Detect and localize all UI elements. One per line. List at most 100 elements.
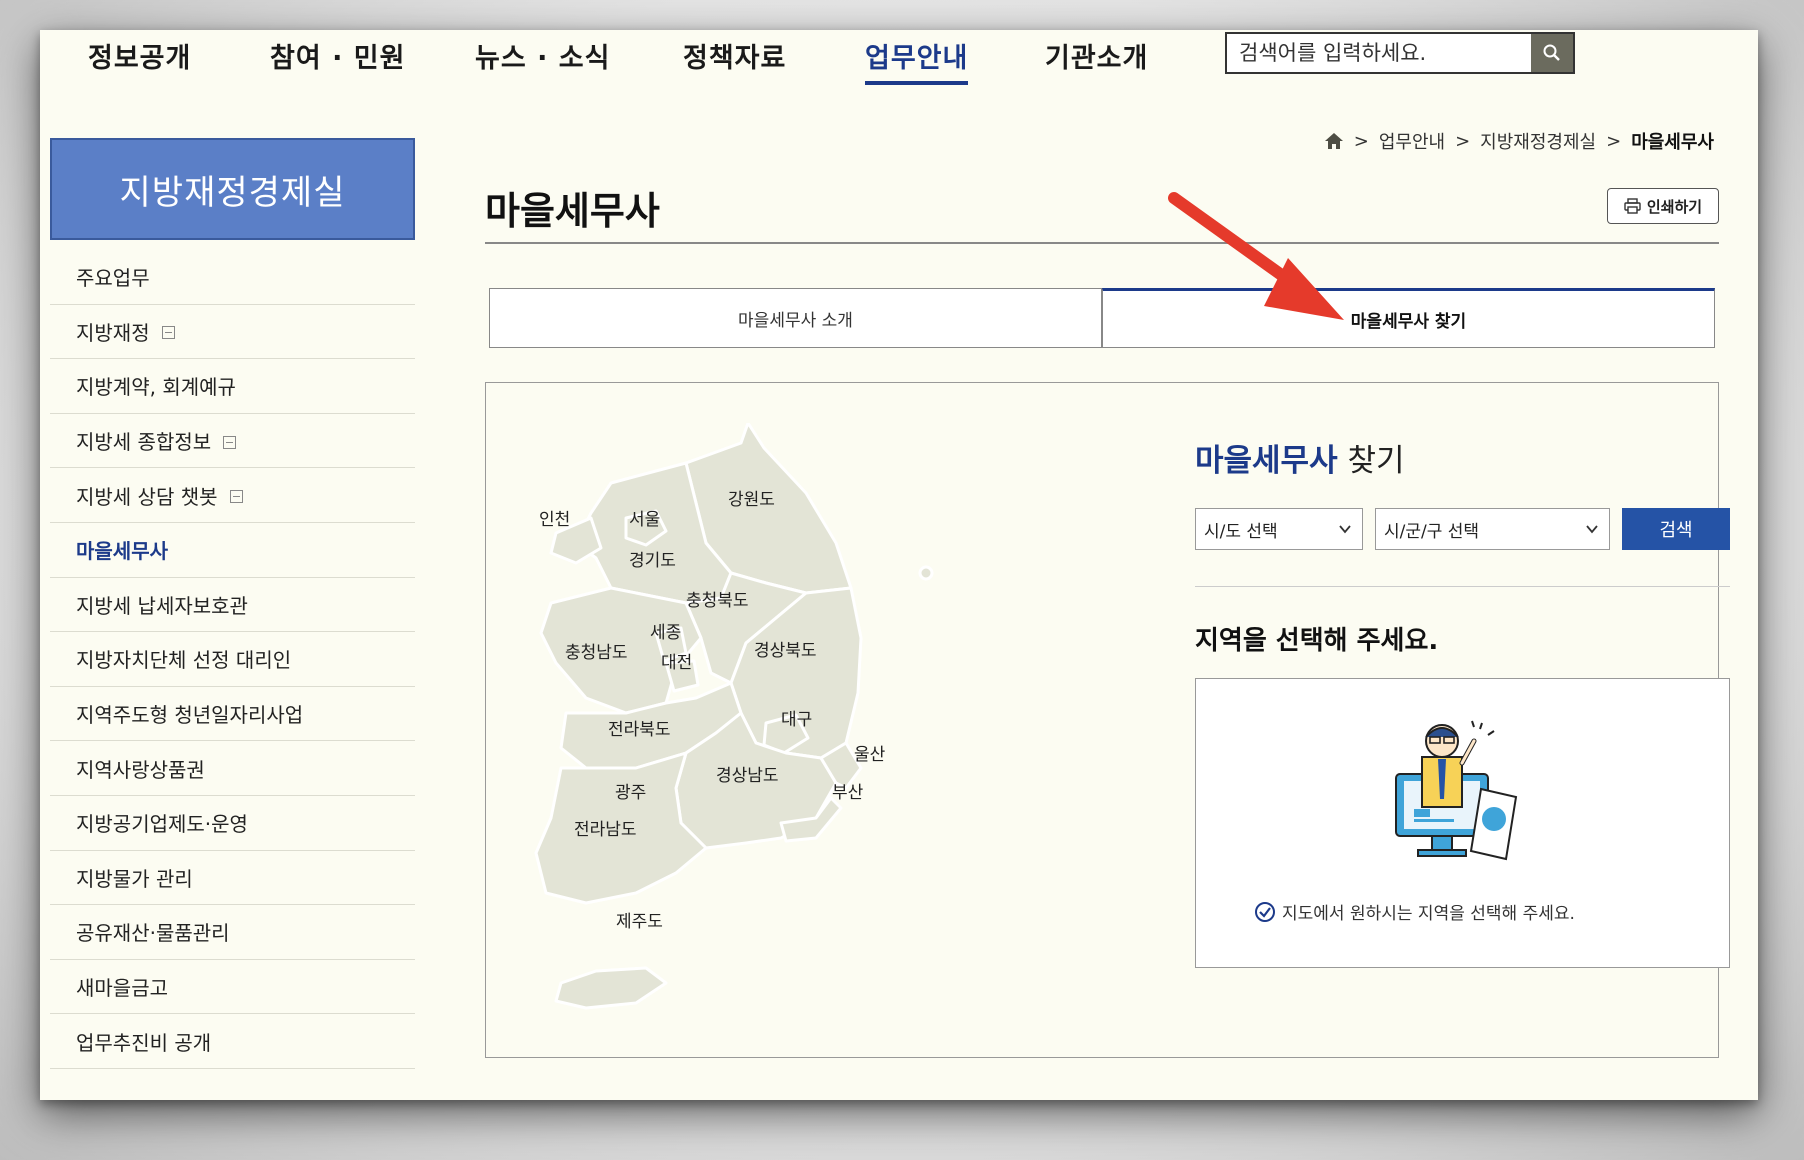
map-island-ulleung <box>918 565 934 581</box>
sidebar-item-label: 새마을금고 <box>76 976 168 1001</box>
korea-map-icon <box>534 421 934 1010</box>
region-label-sejong[interactable]: 세종 <box>650 618 681 643</box>
region-label-jeju[interactable]: 제주도 <box>616 907 663 932</box>
sidebar-item[interactable]: 지방세 상담 챗봇 <box>50 468 415 523</box>
sidebar-item-label: 지역주도형 청년일자리사업 <box>76 703 304 728</box>
sidebar-item-label: 지방자치단체 선정 대리인 <box>76 648 292 673</box>
region-label-gangwon[interactable]: 강원도 <box>728 485 775 510</box>
gnb-item-participation[interactable]: 참여 · 민원 <box>270 36 405 75</box>
guide-message-text: 지도에서 원하시는 지역을 선택해 주세요. <box>1282 904 1575 924</box>
sidebar-item[interactable]: 지방재정 <box>50 305 415 360</box>
breadcrumb-item-business[interactable]: 업무안내 <box>1379 128 1445 154</box>
region-search-button[interactable]: 검색 <box>1622 508 1730 550</box>
tax-consultant-illustration-icon <box>1395 720 1518 861</box>
sidebar-item-label: 지역사랑상품권 <box>76 757 205 782</box>
region-label-gyeongnam[interactable]: 경상남도 <box>716 761 779 786</box>
chevron-down-icon <box>1586 525 1598 534</box>
guide-message: 지도에서 원하시는 지역을 선택해 주세요. <box>1254 899 1575 924</box>
region-label-chungbuk[interactable]: 충청북도 <box>686 586 749 611</box>
sidebar-item-label: 지방세 납세자보호관 <box>76 593 248 618</box>
finder-title-accent: 마을세무사 <box>1195 443 1338 479</box>
chevron-down-icon <box>1339 525 1351 534</box>
sidebar-item-label: 마을세무사 <box>76 539 168 564</box>
gnb-item-about[interactable]: 기관소개 <box>1045 36 1148 75</box>
sidebar-item[interactable]: 지역주도형 청년일자리사업 <box>50 687 415 742</box>
sidebar-item-label: 지방물가 관리 <box>76 866 193 891</box>
sidebar-item-label: 지방계약, 회계예규 <box>76 375 236 400</box>
search-input[interactable] <box>1227 34 1531 72</box>
print-button[interactable]: 인쇄하기 <box>1607 188 1719 224</box>
region-label-gyeonggi[interactable]: 경기도 <box>629 546 676 571</box>
sido-select-value: 시/도 선택 <box>1204 521 1278 542</box>
global-nav: 정보공개 참여 · 민원 뉴스 · 소식 정책자료 업무안내 기관소개 <box>40 30 1758 86</box>
annotation-arrow-icon <box>1168 192 1344 320</box>
sidebar-item[interactable]: 지방세 납세자보호관 <box>50 578 415 633</box>
sidebar-item-label: 지방재정 <box>76 320 150 345</box>
sidebar-item-label: 주요업무 <box>76 266 150 291</box>
sidebar-item[interactable]: 지역사랑상품권 <box>50 741 415 796</box>
sigungu-select-value: 시/군/구 선택 <box>1384 521 1480 542</box>
sidebar-item[interactable]: 공유재산·물품관리 <box>50 905 415 960</box>
sido-select[interactable]: 시/도 선택 <box>1195 508 1363 550</box>
check-circle-icon <box>1255 901 1275 922</box>
map-region-jeju[interactable] <box>554 966 668 1010</box>
gnb-item-policy[interactable]: 정책자료 <box>683 36 786 75</box>
guide-box: 지도에서 원하시는 지역을 선택해 주세요. <box>1195 678 1730 968</box>
gnb-item-business[interactable]: 업무안내 <box>865 36 969 85</box>
breadcrumb-separator: > <box>1353 130 1369 152</box>
sidebar-item[interactable]: 업무추진비 공개 <box>50 1014 415 1069</box>
sigungu-select[interactable]: 시/군/구 선택 <box>1375 508 1610 550</box>
sidebar-item[interactable]: 지방계약, 회계예규 <box>50 359 415 414</box>
sidebar-item[interactable]: 마을세무사 <box>50 523 415 578</box>
title-divider <box>485 242 1719 244</box>
region-label-jeonnam[interactable]: 전라남도 <box>574 815 637 840</box>
sidebar-item[interactable]: 새마을금고 <box>50 960 415 1015</box>
finder-divider <box>1195 586 1730 587</box>
tab-bar: 마을세무사 소개 마을세무사 찾기 <box>489 288 1715 348</box>
region-label-chungnam[interactable]: 충청남도 <box>565 638 628 663</box>
search-box <box>1225 32 1575 74</box>
sidebar-item-label: 지방공기업제도·운영 <box>76 812 248 837</box>
region-label-daegu[interactable]: 대구 <box>781 705 812 730</box>
breadcrumb-current: 마을세무사 <box>1631 132 1714 153</box>
gnb-item-news[interactable]: 뉴스 · 소식 <box>475 36 610 75</box>
breadcrumb-item-office[interactable]: 지방재정경제실 <box>1480 128 1596 154</box>
sidebar-item[interactable]: 지방세 종합정보 <box>50 414 415 469</box>
home-icon[interactable] <box>1324 132 1344 150</box>
print-button-label: 인쇄하기 <box>1646 198 1703 216</box>
breadcrumb-separator: > <box>1455 130 1471 152</box>
sidebar-menu: 주요업무지방재정지방계약, 회계예규지방세 종합정보지방세 상담 챗봇마을세무사… <box>50 250 415 1069</box>
region-label-gwangju[interactable]: 광주 <box>615 778 646 803</box>
search-button[interactable] <box>1531 34 1573 72</box>
sidebar-item-label: 공유재산·물품관리 <box>76 921 230 946</box>
region-label-incheon[interactable]: 인천 <box>539 505 570 530</box>
finder-title-rest: 찾기 <box>1337 443 1405 479</box>
region-label-jeonbuk[interactable]: 전라북도 <box>608 715 671 740</box>
page-title: 마을세무사 <box>485 189 660 233</box>
gnb-item-info[interactable]: 정보공개 <box>88 36 191 75</box>
submenu-collapse-icon <box>229 490 243 504</box>
submenu-collapse-icon <box>223 435 237 449</box>
region-label-ulsan[interactable]: 울산 <box>854 740 885 765</box>
tab-intro[interactable]: 마을세무사 소개 <box>489 288 1102 348</box>
region-label-busan[interactable]: 부산 <box>832 778 863 803</box>
sidebar-item[interactable]: 지방공기업제도·운영 <box>50 796 415 851</box>
breadcrumb-separator: > <box>1606 130 1622 152</box>
region-label-daejeon[interactable]: 대전 <box>661 648 692 673</box>
region-prompt: 지역을 선택해 주세요. <box>1195 626 1439 656</box>
sidebar-item[interactable]: 지방물가 관리 <box>50 851 415 906</box>
sidebar-item-label: 지방세 종합정보 <box>76 430 212 455</box>
sidebar-title: 지방재정경제실 <box>50 138 415 240</box>
sidebar-item[interactable]: 지방자치단체 선정 대리인 <box>50 632 415 687</box>
korea-map: 인천 서울 강원도 경기도 충청북도 세종 충청남도 대전 경상북도 대구 전라… <box>516 421 946 1023</box>
submenu-collapse-icon <box>161 326 175 340</box>
search-icon <box>1543 44 1560 61</box>
sidebar-item-label: 업무추진비 공개 <box>76 1030 212 1055</box>
printer-icon <box>1624 198 1641 214</box>
region-label-gyeongbuk[interactable]: 경상북도 <box>754 636 817 661</box>
sidebar-item[interactable]: 주요업무 <box>50 250 415 305</box>
region-label-seoul[interactable]: 서울 <box>629 505 660 530</box>
breadcrumb: > 업무안내 > 지방재정경제실 > 마을세무사 <box>1324 128 1714 154</box>
page: 정보공개 참여 · 민원 뉴스 · 소식 정책자료 업무안내 기관소개 지방재정… <box>40 30 1758 1100</box>
sidebar-item-label: 지방세 상담 챗봇 <box>76 484 218 509</box>
